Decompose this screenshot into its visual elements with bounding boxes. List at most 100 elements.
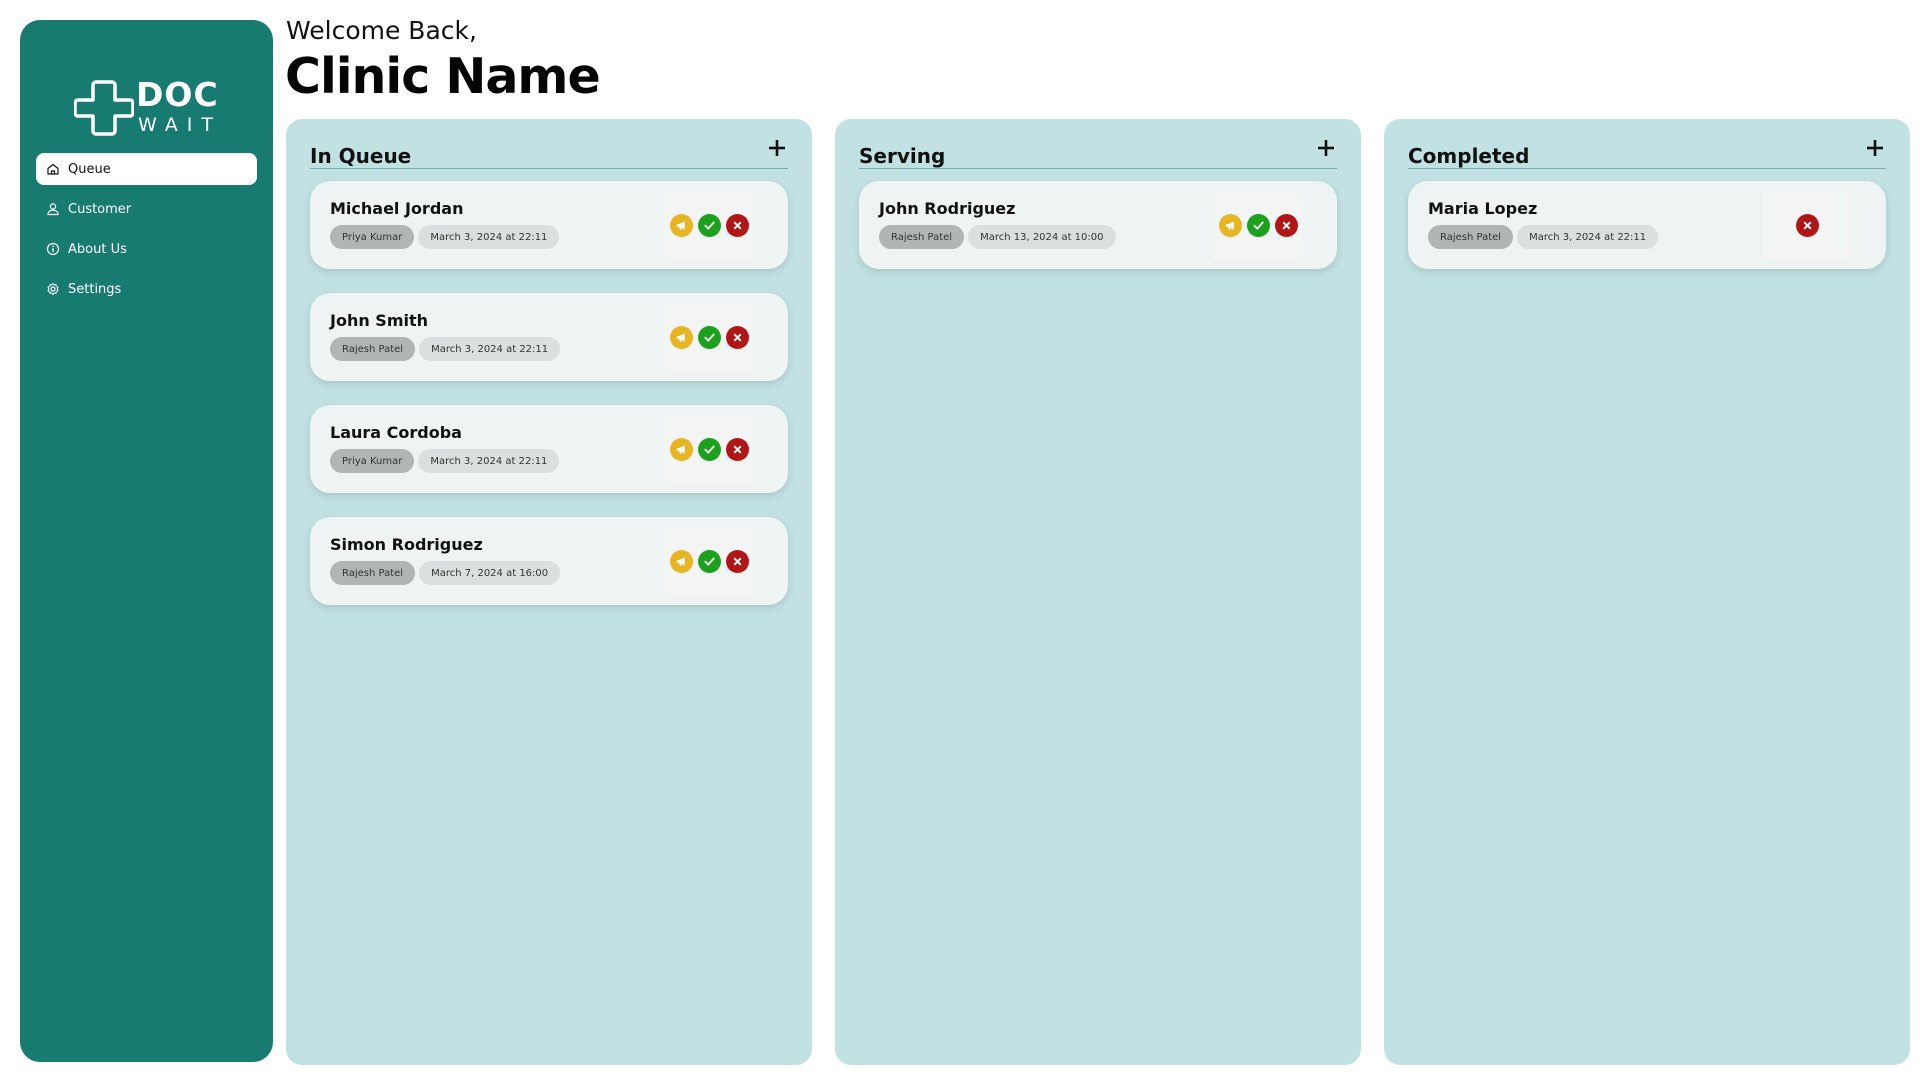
card-list: John Rodriguez Rajesh Patel March 13, 20… <box>859 181 1337 293</box>
card-actions <box>1762 189 1852 261</box>
add-button[interactable] <box>1313 135 1339 161</box>
logo: DOC WAIT <box>74 76 234 138</box>
column-title: Completed <box>1408 144 1530 168</box>
staff-badge: Rajesh Patel <box>1428 225 1514 249</box>
column-title: In Queue <box>310 144 412 168</box>
medical-cross-icon <box>74 80 134 136</box>
cancel-button[interactable] <box>725 549 749 573</box>
patient-name: John Smith <box>330 311 429 330</box>
sidebar-item-settings[interactable]: Settings <box>36 273 257 305</box>
close-icon <box>733 557 741 565</box>
sidebar-nav: Queue Customer About Us Settings <box>36 153 257 313</box>
call-button[interactable] <box>1218 213 1242 237</box>
megaphone-icon <box>676 332 685 342</box>
megaphone-icon <box>1225 220 1234 230</box>
call-button[interactable] <box>669 549 693 573</box>
date-badge: March 3, 2024 at 22:11 <box>1517 225 1659 249</box>
staff-badge: Rajesh Patel <box>330 561 416 585</box>
sidebar-item-label: Settings <box>68 281 122 297</box>
cancel-button[interactable] <box>725 325 749 349</box>
patient-name: Maria Lopez <box>1428 199 1538 218</box>
sidebar-item-queue[interactable]: Queue <box>36 153 257 185</box>
cancel-button[interactable] <box>725 213 749 237</box>
megaphone-icon <box>676 220 685 230</box>
staff-badge: Rajesh Patel <box>879 225 965 249</box>
add-button[interactable] <box>1862 135 1888 161</box>
card-actions <box>664 525 754 597</box>
gear-icon <box>46 282 60 296</box>
column-title: Serving <box>859 144 946 168</box>
date-badge: March 13, 2024 at 10:00 <box>968 225 1116 249</box>
date-badge: March 7, 2024 at 16:00 <box>419 561 561 585</box>
brand-name: DOC <box>136 75 219 114</box>
card-actions <box>664 301 754 373</box>
close-icon <box>733 221 741 229</box>
home-icon <box>46 162 60 176</box>
patient-name: John Rodriguez <box>879 199 1016 218</box>
column-serving: Serving John Rodriguez Rajesh Patel Marc… <box>835 119 1361 1065</box>
card-tags: Rajesh Patel March 13, 2024 at 10:00 <box>879 225 1116 249</box>
plus-icon <box>1867 140 1883 156</box>
sidebar-item-customer[interactable]: Customer <box>36 193 257 225</box>
complete-button[interactable] <box>697 437 721 461</box>
card-actions <box>664 413 754 485</box>
staff-badge: Priya Kumar <box>330 449 415 473</box>
patient-card[interactable]: John Smith Rajesh Patel March 3, 2024 at… <box>310 293 788 381</box>
patient-name: Simon Rodriguez <box>330 535 483 554</box>
cancel-button[interactable] <box>1795 213 1819 237</box>
check-icon <box>703 445 715 453</box>
close-icon <box>1803 221 1811 229</box>
card-tags: Priya Kumar March 3, 2024 at 22:11 <box>330 225 560 249</box>
card-tags: Rajesh Patel March 3, 2024 at 22:11 <box>330 337 561 361</box>
card-list: Maria Lopez Rajesh Patel March 3, 2024 a… <box>1408 181 1886 293</box>
sidebar-item-label: Customer <box>68 201 132 217</box>
megaphone-icon <box>676 444 685 454</box>
complete-button[interactable] <box>1246 213 1270 237</box>
staff-badge: Rajesh Patel <box>330 337 416 361</box>
check-icon <box>703 333 715 341</box>
column-header: Completed <box>1408 140 1886 169</box>
patient-card[interactable]: John Rodriguez Rajesh Patel March 13, 20… <box>859 181 1337 269</box>
plus-icon <box>1318 140 1334 156</box>
cancel-button[interactable] <box>1274 213 1298 237</box>
complete-button[interactable] <box>697 213 721 237</box>
info-icon <box>46 242 60 256</box>
complete-button[interactable] <box>697 325 721 349</box>
megaphone-icon <box>676 556 685 566</box>
check-icon <box>1252 221 1264 229</box>
welcome-text: Welcome Back, <box>286 16 477 45</box>
close-icon <box>1282 221 1290 229</box>
add-button[interactable] <box>764 135 790 161</box>
card-list: Michael Jordan Priya Kumar March 3, 2024… <box>310 181 788 629</box>
patient-card[interactable]: Michael Jordan Priya Kumar March 3, 2024… <box>310 181 788 269</box>
patient-card[interactable]: Maria Lopez Rajesh Patel March 3, 2024 a… <box>1408 181 1886 269</box>
sidebar-item-about[interactable]: About Us <box>36 233 257 265</box>
call-button[interactable] <box>669 325 693 349</box>
close-icon <box>733 333 741 341</box>
user-icon <box>46 202 60 216</box>
date-badge: March 3, 2024 at 22:11 <box>418 225 560 249</box>
card-tags: Priya Kumar March 3, 2024 at 22:11 <box>330 449 560 473</box>
column-completed: Completed Maria Lopez Rajesh Patel March… <box>1384 119 1910 1065</box>
card-tags: Rajesh Patel March 3, 2024 at 22:11 <box>1428 225 1659 249</box>
sidebar-item-label: Queue <box>68 161 111 177</box>
complete-button[interactable] <box>697 549 721 573</box>
cancel-button[interactable] <box>725 437 749 461</box>
sidebar: DOC WAIT Queue Customer About Us Setting… <box>20 20 273 1062</box>
date-badge: March 3, 2024 at 22:11 <box>419 337 561 361</box>
card-tags: Rajesh Patel March 7, 2024 at 16:00 <box>330 561 561 585</box>
column-in-queue: In Queue Michael Jordan Priya Kumar Marc… <box>286 119 812 1065</box>
card-actions <box>664 189 754 261</box>
patient-card[interactable]: Laura Cordoba Priya Kumar March 3, 2024 … <box>310 405 788 493</box>
check-icon <box>703 557 715 565</box>
card-actions <box>1213 189 1303 261</box>
patient-name: Laura Cordoba <box>330 423 462 442</box>
brand-subtitle: WAIT <box>138 114 222 136</box>
call-button[interactable] <box>669 213 693 237</box>
patient-name: Michael Jordan <box>330 199 464 218</box>
column-header: In Queue <box>310 140 788 169</box>
patient-card[interactable]: Simon Rodriguez Rajesh Patel March 7, 20… <box>310 517 788 605</box>
check-icon <box>703 221 715 229</box>
call-button[interactable] <box>669 437 693 461</box>
staff-badge: Priya Kumar <box>330 225 415 249</box>
